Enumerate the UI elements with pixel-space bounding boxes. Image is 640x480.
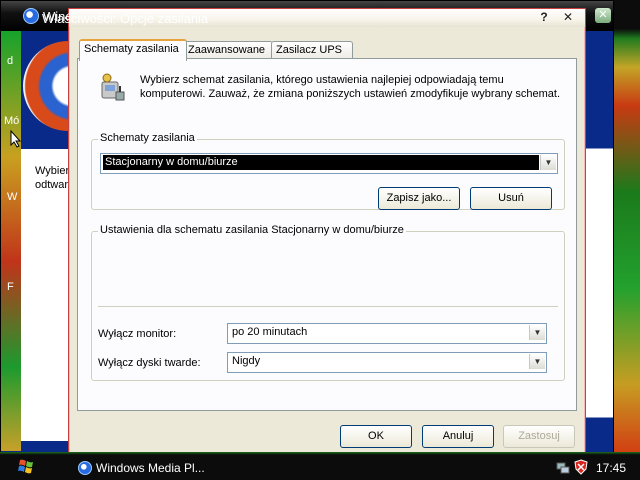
power-plug-icon [101,73,125,101]
network-icon[interactable] [556,460,570,474]
scheme-select-value: Stacjonarny w domu/biurze [103,155,539,170]
save-as-button[interactable]: Zapisz jako... [378,187,460,210]
close-icon[interactable]: ✕ [559,10,577,25]
background-sidebar: d Mó W F [1,31,21,451]
settings-group: Ustawienia dla schematu zasilania Stacjo… [91,224,565,381]
delete-button[interactable]: Usuń [470,187,552,210]
disks-select-value: Nigdy [232,355,261,367]
clock: 17:45 [596,461,627,475]
panel-text: odtwar [35,179,69,191]
background-panel: Wybier odtwar [21,149,69,441]
background-right-panel [585,31,613,451]
side-label: W [7,191,18,203]
chevron-down-icon[interactable]: ▼ [540,155,556,170]
panel-text: Wybier [35,165,70,177]
help-icon[interactable]: ? [535,10,553,25]
side-label: d [7,55,14,67]
scheme-select[interactable]: Stacjonarny w domu/biurze ▼ [100,153,558,174]
schemes-group-label: Schematy zasilania [98,132,197,144]
dialog-title: Właściwości: Opcje zasilania [42,11,209,26]
settings-group-label: Ustawienia dla schematu zasilania Stacjo… [98,224,406,236]
disks-select[interactable]: Nigdy ▼ [227,352,547,373]
monitor-label: Wyłącz monitor: [98,328,177,340]
ok-button[interactable]: OK [340,425,412,448]
cancel-button[interactable]: Anuluj [422,425,494,448]
media-player-icon [23,8,39,24]
close-icon-secondary[interactable]: ✕ [595,8,611,23]
side-label: Mó [4,115,20,127]
tab-ups[interactable]: Zasilacz UPS [271,41,353,59]
mouse-cursor-icon [10,130,22,148]
security-shield-icon[interactable] [574,459,588,475]
side-label: F [7,281,14,293]
tab-advanced[interactable]: Zaawansowane [183,41,273,59]
media-player-icon [78,461,92,475]
dialog-titlebar[interactable]: Właściwości: Opcje zasilania ? ✕ [42,9,585,27]
power-options-dialog: Właściwości: Opcje zasilania ? ✕ Schemat… [42,8,586,454]
chevron-down-icon[interactable]: ▼ [529,354,545,369]
tab-panel: Wybierz schemat zasilania, którego ustaw… [77,58,577,411]
tab-power-schemes[interactable]: Schematy zasilania [79,39,187,61]
monitor-select[interactable]: po 20 minutach ▼ [227,323,547,344]
start-button[interactable] [14,458,42,474]
chevron-down-icon[interactable]: ▼ [529,325,545,340]
taskbar: Windows Media Pl... 17:45 [0,452,640,480]
taskbar-item-media-player[interactable]: Windows Media Pl... [96,461,205,475]
description-text: Wybierz schemat zasilania, którego ustaw… [140,74,561,100]
settings-divider [98,306,558,307]
schemes-group: Schematy zasilania Stacjonarny w domu/bi… [91,132,565,210]
disks-label: Wyłącz dyski twarde: [98,357,201,369]
system-tray [550,458,640,478]
monitor-select-value: po 20 minutach [232,326,308,338]
apply-button[interactable]: Zastosuj [503,425,575,448]
